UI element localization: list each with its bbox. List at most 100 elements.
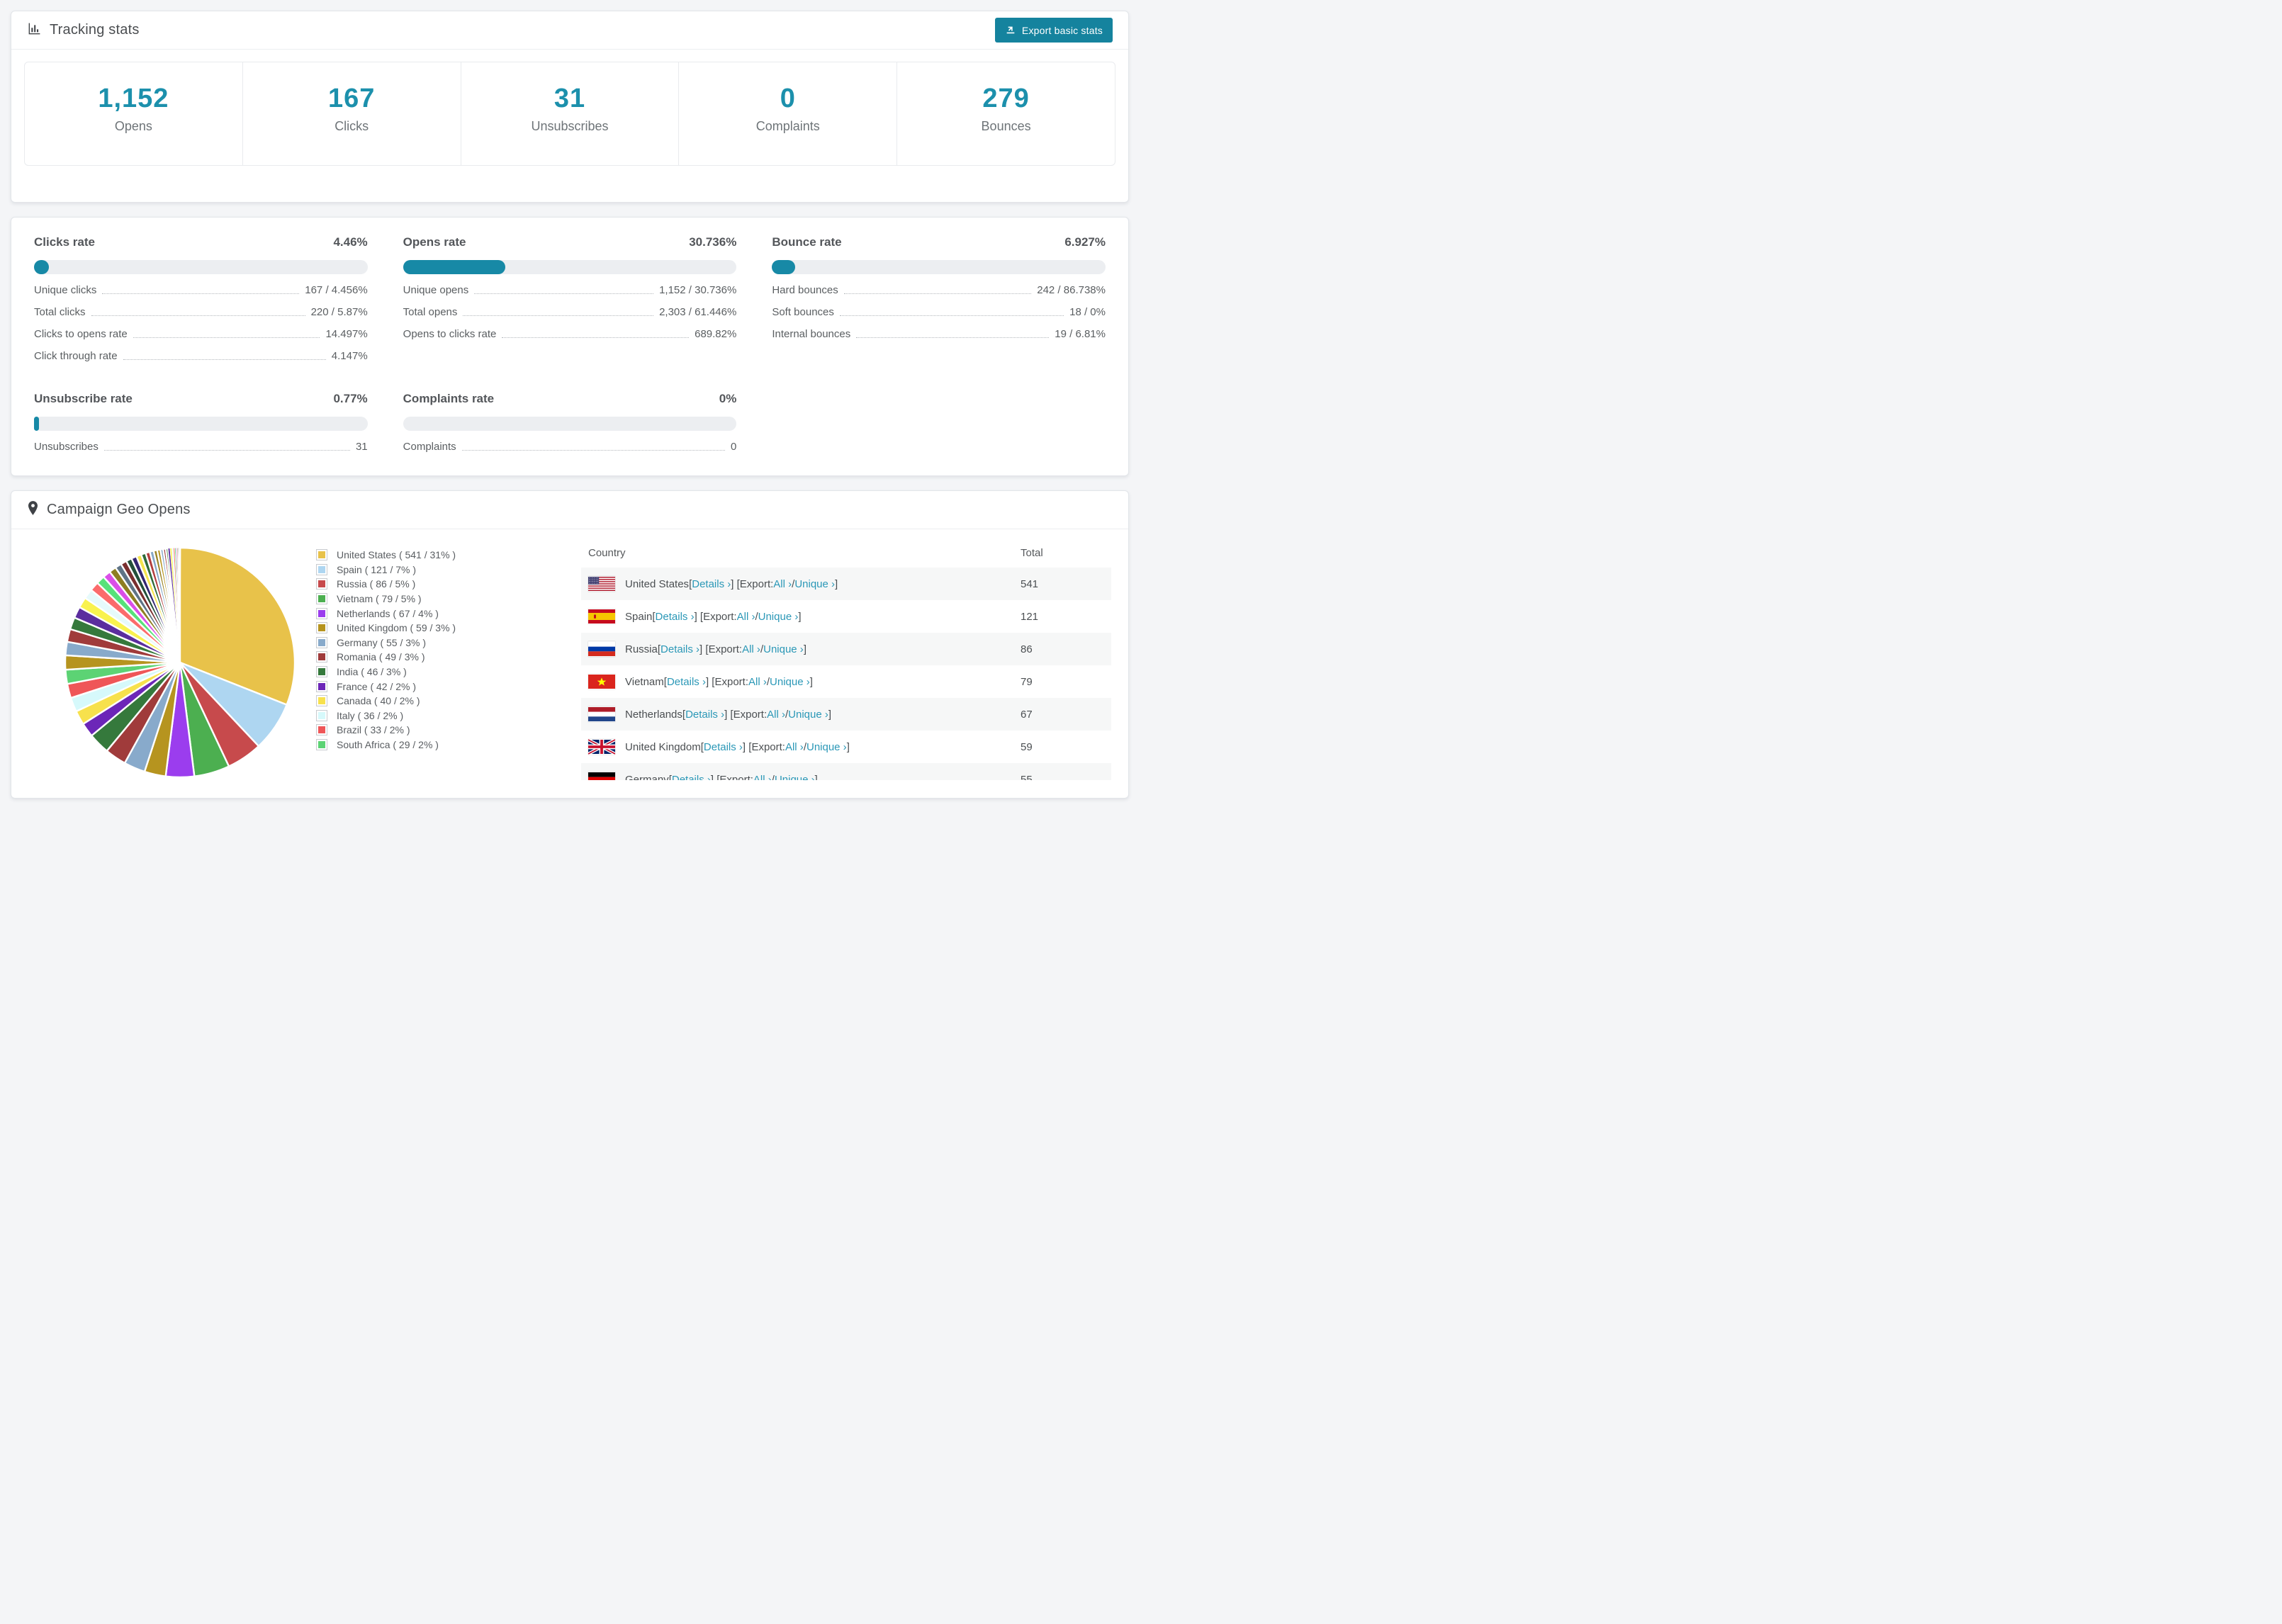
metric-leader	[502, 337, 690, 338]
bracket-text: ]	[814, 773, 818, 781]
export-unique-link[interactable]: Unique ›	[806, 741, 847, 753]
country-flag-us	[588, 576, 615, 592]
map-pin-icon	[27, 500, 39, 519]
metric-value: 14.497%	[325, 328, 368, 340]
legend-label: Russia ( 86 / 5% )	[337, 578, 416, 590]
rates-card: Clicks rate 4.46% Unique clicks 167 / 4.456…	[11, 217, 1129, 476]
metric-leader	[843, 293, 1032, 294]
metric-row: Soft bounces 18 / 0%	[772, 306, 1106, 318]
legend-item-india: India ( 46 / 3% )	[316, 665, 563, 680]
legend-label: South Africa ( 29 / 2% )	[337, 739, 439, 751]
legend-swatch	[316, 709, 327, 721]
legend-item-france: France ( 42 / 2% )	[316, 679, 563, 694]
details-link[interactable]: Details ›	[656, 611, 695, 623]
export-prefix: Export:	[739, 577, 774, 590]
country-name: United Kingdom	[625, 740, 701, 753]
geo-table: Country Total United States [Details ›] …	[581, 535, 1111, 782]
country-flag-gb	[588, 739, 615, 755]
bracket-text: ]	[798, 610, 802, 623]
progress-track	[403, 417, 737, 431]
table-header: Country Total	[581, 538, 1111, 568]
export-all-link[interactable]: All ›	[748, 676, 767, 688]
legend-label: United States ( 541 / 31% )	[337, 549, 456, 561]
metric-label: Hard bounces	[772, 284, 838, 296]
export-prefix: Export:	[733, 708, 768, 721]
progress-fill	[772, 260, 795, 274]
metric-value: 242 / 86.738%	[1037, 284, 1106, 296]
legend-swatch	[316, 651, 327, 663]
metric-row: Click through rate 4.147%	[34, 350, 368, 362]
export-all-link[interactable]: All ›	[785, 741, 804, 753]
export-all-link[interactable]: All ›	[737, 611, 755, 623]
metric-row: Internal bounces 19 / 6.81%	[772, 328, 1106, 340]
rate-value: 0%	[719, 392, 737, 405]
legend-item-vietnam: Vietnam ( 79 / 5% )	[316, 592, 563, 607]
export-unique-link[interactable]: Unique ›	[775, 774, 815, 781]
geo-pie-chart	[64, 546, 296, 779]
details-link[interactable]: Details ›	[704, 741, 743, 753]
rate-block-clicks-rate: Clicks rate 4.46% Unique clicks 167 / 4.456…	[34, 235, 368, 362]
metric-rows: Unsubscribes 31	[34, 441, 368, 453]
rate-block-complaints-rate: Complaints rate 0% Complaints 0	[403, 392, 737, 453]
export-unique-link[interactable]: Unique ›	[788, 709, 828, 721]
total-column-header: Total	[1021, 546, 1043, 559]
bracket-text: ]	[809, 675, 813, 688]
legend-item-romania: Romania ( 49 / 3% )	[316, 650, 563, 665]
legend-label: Netherlands ( 67 / 4% )	[337, 607, 439, 619]
metric-value: 167 / 4.456%	[305, 284, 368, 296]
details-link[interactable]: Details ›	[672, 774, 711, 781]
export-prefix: Export:	[751, 740, 785, 753]
legend-swatch	[316, 549, 327, 561]
metric-value: 2,303 / 61.446%	[659, 306, 737, 318]
rate-value: 6.927%	[1064, 235, 1106, 249]
export-all-link[interactable]: All ›	[767, 709, 785, 721]
details-link[interactable]: Details ›	[661, 643, 699, 655]
export-unique-link[interactable]: Unique ›	[763, 643, 804, 655]
bracket-text: ] [	[731, 577, 740, 590]
country-name: Russia	[625, 643, 658, 655]
legend-label: Romania ( 49 / 3% )	[337, 651, 425, 663]
legend-swatch	[316, 636, 327, 648]
legend-item-spain: Spain ( 121 / 7% )	[316, 563, 563, 577]
export-all-link[interactable]: All ›	[773, 578, 792, 590]
details-link[interactable]: Details ›	[685, 709, 724, 721]
progress-track	[34, 260, 368, 274]
metric-label: Unsubscribes	[34, 441, 99, 453]
stat-label: Opens	[114, 119, 152, 133]
export-all-link[interactable]: All ›	[753, 774, 772, 781]
details-link[interactable]: Details ›	[692, 578, 731, 590]
rate-block-opens-rate: Opens rate 30.736% Unique opens 1,152 / 30.…	[403, 235, 737, 362]
export-unique-link[interactable]: Unique ›	[758, 611, 799, 623]
rate-title: Clicks rate	[34, 235, 95, 249]
total-value: 59	[1021, 740, 1033, 753]
export-prefix: Export:	[703, 610, 737, 623]
progress-fill	[34, 417, 39, 431]
country-name: Netherlands	[625, 708, 682, 721]
table-row-es: Spain [Details ›] [Export: All › / Uniqu…	[581, 600, 1111, 633]
legend-label: Spain ( 121 / 7% )	[337, 563, 417, 575]
country-name: Germany	[625, 773, 669, 781]
stat-value: 31	[553, 84, 586, 113]
stat-label: Complaints	[755, 119, 820, 133]
legend-item-russia: Russia ( 86 / 5% )	[316, 577, 563, 592]
total-value: 67	[1021, 708, 1033, 721]
export-unique-link[interactable]: Unique ›	[794, 578, 835, 590]
metric-label: Clicks to opens rate	[34, 328, 128, 340]
country-name: Vietnam	[625, 675, 664, 688]
metric-value: 0	[730, 441, 737, 453]
country-flag-nl	[588, 706, 615, 722]
table-row-us: United States [Details ›] [Export: All ›…	[581, 568, 1111, 600]
export-basic-stats-button[interactable]: Export basic stats	[994, 18, 1113, 43]
details-link[interactable]: Details ›	[667, 676, 706, 688]
partial-row-clip: Germany [Details ›] [Export: All › / Uni…	[581, 763, 1111, 780]
bar-chart-icon	[27, 21, 42, 40]
bracket-text: ]	[828, 708, 832, 721]
metric-value: 689.82%	[695, 328, 737, 340]
bracket-text: ] [	[694, 610, 704, 623]
geo-header: Campaign Geo Opens	[11, 491, 1128, 529]
legend-item-germany: Germany ( 55 / 3% )	[316, 636, 563, 650]
export-all-link[interactable]: All ›	[742, 643, 760, 655]
legend-item-italy: Italy ( 36 / 2% )	[316, 709, 563, 723]
export-unique-link[interactable]: Unique ›	[770, 676, 810, 688]
stat-value: 279	[982, 84, 1030, 113]
